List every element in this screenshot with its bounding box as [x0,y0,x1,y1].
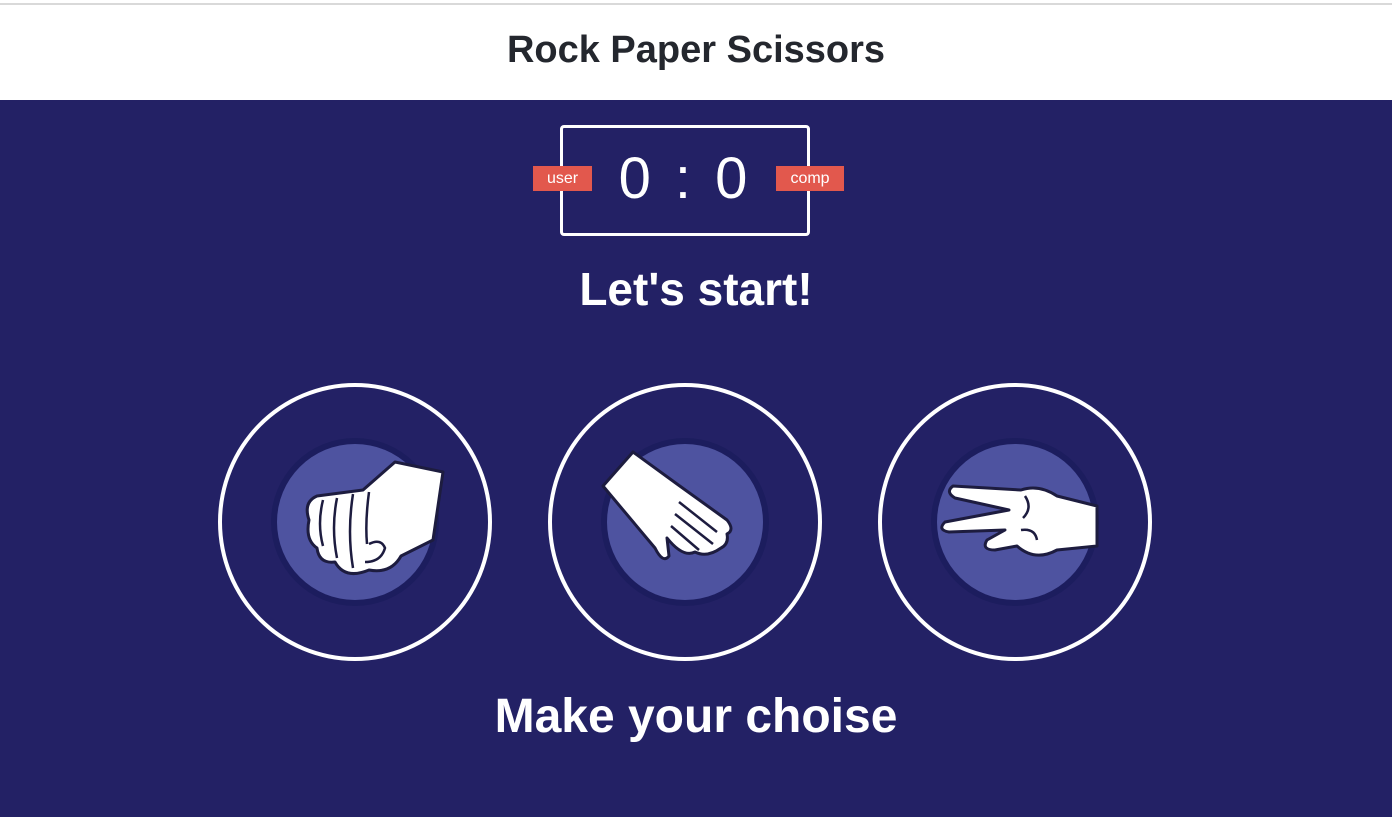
scoreboard: 0 : 0 [560,125,810,236]
choice-prompt: Make your choise [494,690,898,743]
user-score-badge: user [533,166,592,191]
scissors-choice-button[interactable] [878,383,1152,661]
peace-sign-hand-icon [931,438,1099,606]
rock-choice-button[interactable] [218,383,492,661]
page-title: Rock Paper Scissors [506,29,886,71]
result-message: Let's start! [579,263,813,315]
fist-icon [271,438,445,606]
paper-choice-button[interactable] [548,383,822,661]
score-display: 0 : 0 [618,146,752,211]
game-area: 0 : 0 user comp Let's start! Make your c… [0,100,1392,817]
comp-score-badge: comp [776,166,844,191]
open-hand-icon [601,438,769,606]
page-header: Rock Paper Scissors [0,5,1392,100]
